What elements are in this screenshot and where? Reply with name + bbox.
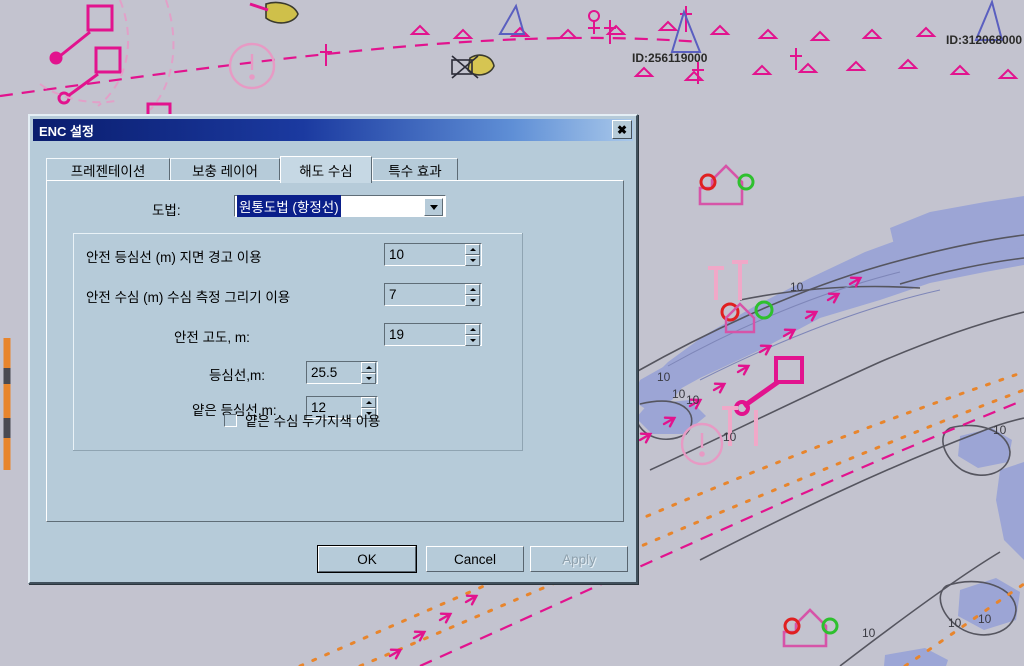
spinner-down-icon[interactable] bbox=[465, 294, 480, 306]
deep-contour-spinner[interactable]: 25.5 bbox=[306, 361, 378, 384]
spinner-up-icon[interactable] bbox=[465, 323, 480, 335]
spinner-buttons[interactable] bbox=[465, 323, 480, 346]
enc-settings-dialog[interactable]: ENC 설정 ✖ 프레젠테이션 보충 레이어 해도 수심 특수 효과 도법: 원… bbox=[28, 114, 638, 584]
safety-contour-value[interactable]: 10 bbox=[385, 244, 465, 265]
spinner-up-icon[interactable] bbox=[361, 396, 376, 408]
ok-button-label: OK bbox=[357, 551, 377, 567]
sounding: 10 bbox=[672, 387, 686, 401]
safety-height-label: 안전 고도, m: bbox=[174, 330, 250, 345]
spinner-down-icon[interactable] bbox=[465, 254, 480, 266]
spinner-up-icon[interactable] bbox=[465, 283, 480, 295]
sounding: 10 bbox=[993, 423, 1007, 437]
safety-height-value[interactable]: 19 bbox=[385, 324, 465, 345]
tab-label: 프레젠테이션 bbox=[70, 164, 146, 179]
projection-value: 원통도법 (항정선) bbox=[237, 195, 341, 217]
two-shade-checkbox[interactable] bbox=[224, 413, 237, 427]
tab-label: 해도 수심 bbox=[299, 164, 353, 179]
ais-label-1: ID:256119000 bbox=[632, 51, 708, 65]
dialog-titlebar[interactable]: ENC 설정 ✖ bbox=[33, 119, 633, 141]
tab-presentation[interactable]: 프레젠테이션 bbox=[46, 158, 170, 181]
spinner-up-icon[interactable] bbox=[465, 243, 480, 255]
spinner-down-icon[interactable] bbox=[361, 372, 376, 384]
spinner-up-icon[interactable] bbox=[361, 361, 376, 373]
two-shade-checkbox-label: 얕은 수심 두가지색 이용 bbox=[245, 414, 381, 429]
projection-label: 도법: bbox=[152, 203, 181, 218]
tabstrip[interactable]: 프레젠테이션 보충 레이어 해도 수심 특수 효과 bbox=[46, 156, 624, 183]
sounding: 10 bbox=[686, 393, 700, 407]
safety-contour-spinner[interactable]: 10 bbox=[384, 243, 482, 266]
sounding: 10 bbox=[948, 616, 962, 630]
safety-height-spinner[interactable]: 19 bbox=[384, 323, 482, 346]
ais-label-2: ID:312068000 bbox=[946, 33, 1022, 47]
two-shade-checkbox-row[interactable]: 얕은 수심 두가지색 이용 bbox=[224, 410, 380, 430]
deep-contour-label: 등심선,m: bbox=[209, 368, 266, 383]
ok-button[interactable]: OK bbox=[317, 545, 417, 573]
apply-button: Apply bbox=[530, 546, 628, 572]
tab-label: 보충 레이어 bbox=[192, 164, 258, 179]
safety-contour-label: 안전 등심선 (m) 지면 경고 이용 bbox=[86, 250, 262, 265]
safety-height-label-row: 안전 고도, m: bbox=[174, 324, 250, 348]
safety-depth-value[interactable]: 7 bbox=[385, 284, 465, 305]
sounding: 10 bbox=[978, 612, 992, 626]
tab-special-fx[interactable]: 특수 효과 bbox=[372, 158, 458, 181]
safety-depth-label: 안전 수심 (m) 수심 측정 그리기 이용 bbox=[86, 290, 291, 305]
safety-depth-spinner[interactable]: 7 bbox=[384, 283, 482, 306]
apply-button-label: Apply bbox=[562, 551, 596, 567]
cancel-button[interactable]: Cancel bbox=[426, 546, 524, 572]
deep-contour-label-row: 등심선,m: bbox=[209, 362, 265, 386]
chevron-down-icon[interactable] bbox=[424, 198, 443, 216]
deep-contour-value[interactable]: 25.5 bbox=[307, 362, 361, 383]
safety-contour-label-row: 안전 등심선 (m) 지면 경고 이용 bbox=[86, 244, 262, 268]
spinner-buttons[interactable] bbox=[465, 283, 480, 306]
sounding: 10 bbox=[657, 370, 671, 384]
sounding: 10 bbox=[723, 430, 737, 444]
tab-page-chart-depth: 도법: 원통도법 (항정선) 안전 등심선 (m) 지면 경고 이용 10 안전… bbox=[46, 180, 624, 522]
spinner-down-icon[interactable] bbox=[465, 334, 480, 346]
depth-settings-group: 안전 등심선 (m) 지면 경고 이용 10 안전 수심 (m) 수심 측정 그… bbox=[73, 233, 523, 451]
tab-chart-depth[interactable]: 해도 수심 bbox=[280, 156, 372, 183]
tab-label: 특수 효과 bbox=[388, 164, 442, 179]
tab-extra-layers[interactable]: 보충 레이어 bbox=[170, 158, 280, 181]
projection-combobox[interactable]: 원통도법 (항정선) bbox=[234, 195, 446, 217]
spinner-buttons[interactable] bbox=[361, 361, 376, 384]
dialog-title: ENC 설정 bbox=[39, 123, 94, 139]
cancel-button-label: Cancel bbox=[453, 551, 497, 567]
sounding: 10 bbox=[790, 280, 804, 294]
close-icon[interactable]: ✖ bbox=[612, 120, 632, 139]
spinner-buttons[interactable] bbox=[465, 243, 480, 266]
sounding: 10 bbox=[862, 626, 876, 640]
safety-depth-label-row: 안전 수심 (m) 수심 측정 그리기 이용 bbox=[86, 284, 290, 308]
